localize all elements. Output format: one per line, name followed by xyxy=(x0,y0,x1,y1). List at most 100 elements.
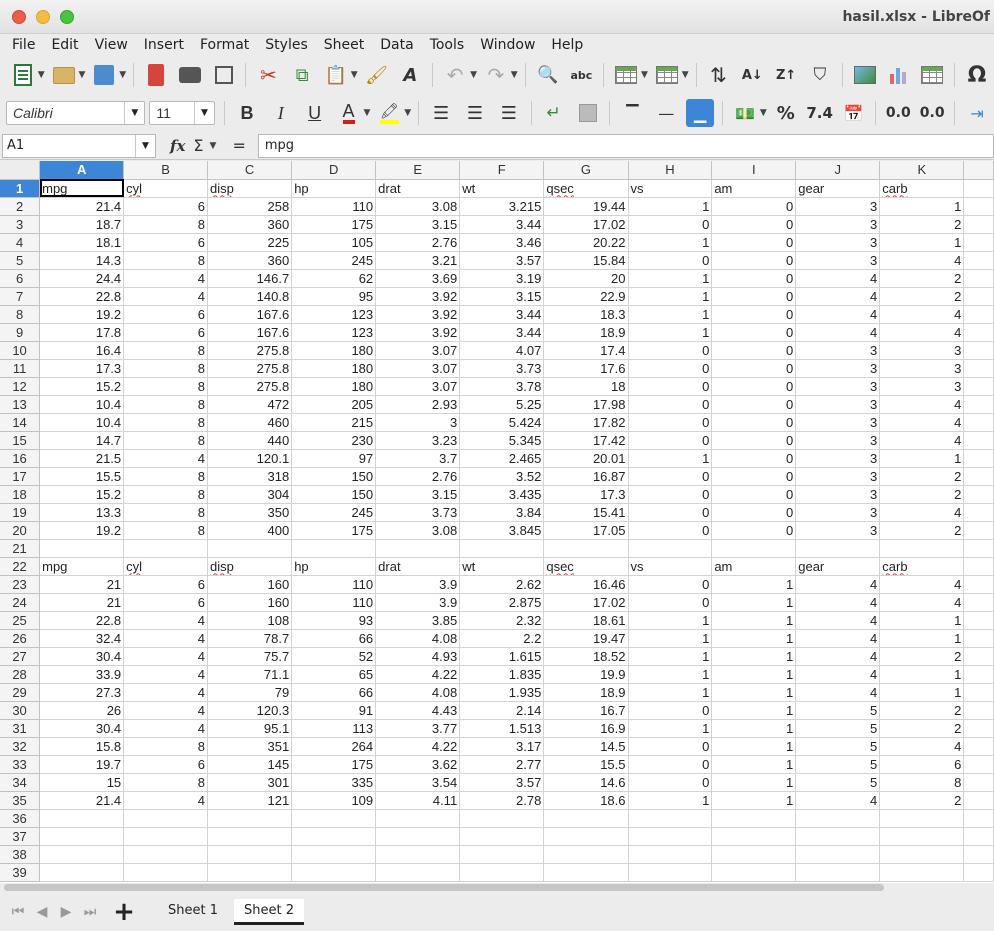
cell[interactable]: cyl xyxy=(123,179,209,198)
cell[interactable] xyxy=(963,377,994,396)
cell[interactable]: 15.5 xyxy=(543,755,629,774)
cell[interactable] xyxy=(963,449,994,468)
cell[interactable]: 10.4 xyxy=(39,413,125,432)
cell[interactable]: 21 xyxy=(39,593,125,612)
cell[interactable] xyxy=(963,251,994,270)
cell[interactable]: 3.17 xyxy=(459,737,545,756)
cell[interactable]: 16.9 xyxy=(543,719,629,738)
cell[interactable]: 8 xyxy=(123,485,209,504)
cell[interactable] xyxy=(963,431,994,450)
cell[interactable] xyxy=(207,827,293,846)
sum-dropdown-icon[interactable]: ▼ xyxy=(210,141,217,151)
cell[interactable]: 13.3 xyxy=(39,503,125,522)
font-size-combo[interactable]: 11 ▼ xyxy=(149,101,216,125)
cell[interactable]: 440 xyxy=(207,431,293,450)
cell[interactable]: 3.77 xyxy=(375,719,461,738)
cell[interactable]: 0 xyxy=(628,395,713,414)
cell[interactable] xyxy=(963,269,994,288)
spreadsheet-grid[interactable]: ABCDEFGHIJK 1 mpg cyl disp hp drat wt qsec vs am g… xyxy=(0,161,994,883)
column-header-d[interactable]: D xyxy=(291,161,377,180)
cell[interactable]: 275.8 xyxy=(207,377,293,396)
cell[interactable]: 4.22 xyxy=(375,665,461,684)
cell[interactable]: 110 xyxy=(291,575,377,594)
open-button[interactable] xyxy=(50,61,78,89)
cell[interactable]: 460 xyxy=(207,413,293,432)
cell[interactable]: 3.9 xyxy=(375,575,461,594)
cell[interactable]: 175 xyxy=(291,215,377,234)
font-name-combo[interactable]: Calibri ▼ xyxy=(6,101,146,125)
cell[interactable]: 16.46 xyxy=(543,575,629,594)
cell[interactable]: 16.87 xyxy=(543,467,629,486)
cell[interactable]: 2 xyxy=(879,215,965,234)
menu-view[interactable]: View xyxy=(87,37,136,53)
cell[interactable]: 5.345 xyxy=(459,431,545,450)
cell[interactable]: 3.08 xyxy=(375,197,461,216)
cell[interactable]: 4 xyxy=(879,323,965,342)
center-vertically-button[interactable]: — xyxy=(652,99,680,127)
row-header[interactable]: 32 xyxy=(0,737,41,756)
cell[interactable]: 6 xyxy=(123,233,209,252)
cell[interactable] xyxy=(963,287,994,306)
cell[interactable]: 19.2 xyxy=(39,521,125,540)
cell[interactable]: 18.9 xyxy=(543,323,629,342)
cell[interactable] xyxy=(963,467,994,486)
cell[interactable]: 3.57 xyxy=(459,251,545,270)
merge-cells-button[interactable] xyxy=(574,99,602,127)
cell[interactable]: 18.61 xyxy=(543,611,629,630)
cell[interactable]: 15.41 xyxy=(543,503,629,522)
cell[interactable]: 1 xyxy=(879,611,965,630)
cell[interactable]: 0 xyxy=(711,323,797,342)
cell[interactable]: 19.7 xyxy=(39,755,125,774)
cell[interactable]: 1 xyxy=(711,575,797,594)
cell[interactable] xyxy=(123,809,209,828)
paste-dropdown-icon[interactable]: ▼ xyxy=(351,70,358,80)
cell[interactable]: 3.21 xyxy=(375,251,461,270)
align-right-button[interactable]: ☰ xyxy=(495,99,523,127)
cell[interactable]: 245 xyxy=(291,251,377,270)
cell[interactable]: 18.52 xyxy=(543,647,629,666)
cell[interactable] xyxy=(459,539,545,558)
cell[interactable]: 0 xyxy=(628,251,713,270)
cell[interactable] xyxy=(291,827,377,846)
cell[interactable]: 3 xyxy=(795,215,881,234)
cell[interactable]: 6 xyxy=(123,575,209,594)
cell[interactable]: 1 xyxy=(628,305,713,324)
cell[interactable]: 2 xyxy=(879,791,965,810)
cell[interactable] xyxy=(207,863,293,882)
autofilter-button[interactable]: ⛉ xyxy=(806,61,834,89)
cell[interactable]: 180 xyxy=(291,377,377,396)
cell[interactable]: 3.215 xyxy=(459,197,545,216)
cell[interactable]: 16.7 xyxy=(543,701,629,720)
cell[interactable]: 1 xyxy=(879,197,965,216)
cell[interactable]: 4 xyxy=(123,683,209,702)
cell[interactable] xyxy=(207,809,293,828)
print-preview-button[interactable] xyxy=(210,61,238,89)
name-box-dropdown-icon[interactable]: ▼ xyxy=(135,134,155,157)
cell[interactable]: 15.8 xyxy=(39,737,125,756)
cell[interactable]: 65 xyxy=(291,665,377,684)
cell[interactable]: 167.6 xyxy=(207,305,293,324)
cell[interactable]: 167.6 xyxy=(207,323,293,342)
column-header-a[interactable]: A xyxy=(39,161,125,180)
cell[interactable]: 0 xyxy=(711,287,797,306)
cell[interactable] xyxy=(963,179,994,198)
cell[interactable]: 2 xyxy=(879,701,965,720)
redo-button[interactable]: ↷ xyxy=(482,61,510,89)
font-name-dropdown-icon[interactable]: ▼ xyxy=(124,102,144,124)
cell[interactable] xyxy=(963,323,994,342)
cell[interactable]: 4 xyxy=(795,287,881,306)
align-top-button[interactable]: ▔ xyxy=(618,99,646,127)
cell[interactable]: 0 xyxy=(711,431,797,450)
cell[interactable]: 1 xyxy=(711,755,797,774)
cell[interactable]: 318 xyxy=(207,467,293,486)
cell[interactable] xyxy=(963,593,994,612)
new-dropdown-icon[interactable]: ▼ xyxy=(38,70,45,80)
cell[interactable]: 4 xyxy=(879,431,965,450)
cell[interactable]: 4 xyxy=(123,665,209,684)
cell[interactable]: 3.92 xyxy=(375,287,461,306)
cell[interactable]: 30.4 xyxy=(39,647,125,666)
cell[interactable]: 8 xyxy=(123,773,209,792)
cell[interactable]: 4 xyxy=(795,305,881,324)
cell[interactable] xyxy=(459,809,545,828)
menu-styles[interactable]: Styles xyxy=(257,37,315,53)
